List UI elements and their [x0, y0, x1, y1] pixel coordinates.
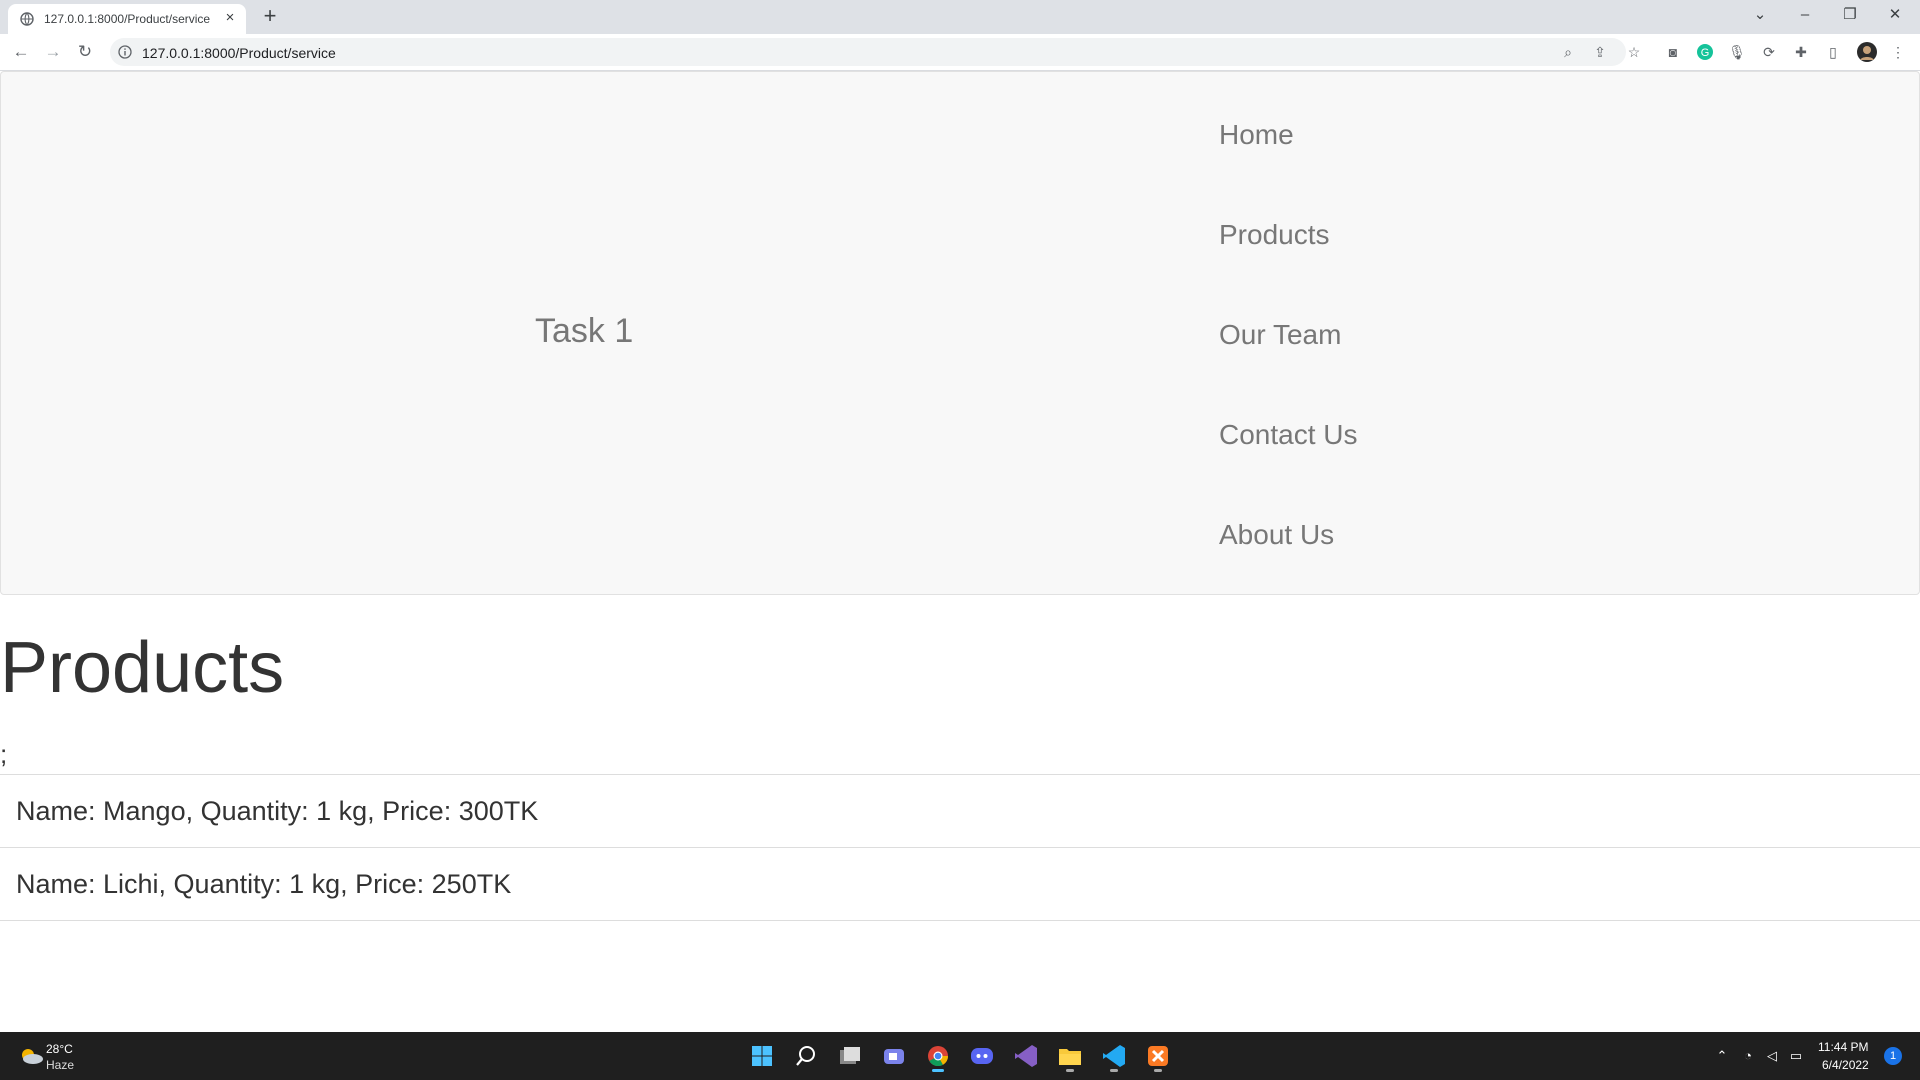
extensions-icon[interactable]: ✚ — [1792, 43, 1810, 61]
wifi-icon[interactable]: ◔ — [1740, 1048, 1756, 1064]
clock-date[interactable]: 6/4/2022 — [1822, 1058, 1869, 1072]
profile-avatar[interactable] — [1857, 42, 1877, 62]
battery-icon[interactable]: ▭ — [1788, 1048, 1804, 1064]
nav-about-us[interactable]: About Us — [1219, 519, 1334, 551]
browser-toolbar: ← → ↻ 127.0.0.1:8000/Product/service ⌕ ⇪… — [0, 34, 1920, 71]
forward-icon[interactable]: → — [43, 42, 63, 62]
menu-icon[interactable]: ⋮ — [1889, 43, 1907, 61]
url-text[interactable]: 127.0.0.1:8000/Product/service — [142, 45, 336, 61]
search-icon[interactable] — [790, 1040, 822, 1072]
zoom-icon[interactable]: ⌕ — [1560, 44, 1576, 60]
grammarly-icon[interactable]: G — [1696, 43, 1714, 61]
windows-taskbar: 28°C Haze ⌃ ◔ ◁ ▭ 11:44 PM 6/4/2022 1 — [0, 1032, 1920, 1080]
mic-icon[interactable]: 🎙 — [1728, 43, 1746, 61]
product-item: Name: Mango, Quantity: 1 kg, Price: 300T… — [0, 774, 1920, 847]
camera-icon[interactable]: ◙ — [1664, 43, 1682, 61]
back-icon[interactable]: ← — [11, 42, 31, 62]
restore-button[interactable]: ❐ — [1830, 2, 1870, 28]
info-icon[interactable] — [118, 45, 132, 59]
browser-tab[interactable]: 127.0.0.1:8000/Product/service × — [8, 4, 246, 34]
discord-icon[interactable] — [966, 1040, 998, 1072]
task-view-icon[interactable] — [834, 1040, 866, 1072]
tab-search-icon[interactable]: ⌄ — [1740, 2, 1780, 28]
close-window-button[interactable]: ✕ — [1875, 2, 1915, 28]
tab-close-icon[interactable]: × — [222, 10, 238, 26]
clock-time[interactable]: 11:44 PM — [1818, 1040, 1868, 1054]
windows-start-icon[interactable] — [746, 1040, 778, 1072]
share-icon[interactable]: ⇪ — [1592, 44, 1608, 60]
stray-text: ; — [0, 739, 8, 769]
reload-icon[interactable]: ↻ — [75, 42, 95, 62]
svg-text:G: G — [1701, 47, 1710, 59]
product-item: Name: Lichi, Quantity: 1 kg, Price: 250T… — [0, 847, 1920, 921]
xampp-icon[interactable] — [1142, 1040, 1174, 1072]
address-bar[interactable]: 127.0.0.1:8000/Product/service ⌕ ⇪ — [110, 38, 1626, 66]
nav-products[interactable]: Products — [1219, 219, 1330, 251]
teams-icon[interactable] — [878, 1040, 910, 1072]
site-navbar: Task 1 Home Products Our Team Contact Us… — [0, 71, 1920, 595]
minimize-button[interactable]: – — [1785, 2, 1825, 28]
vscode-icon[interactable] — [1098, 1040, 1130, 1072]
weather-temperature[interactable]: 28°C — [46, 1042, 73, 1056]
nav-contact-us[interactable]: Contact Us — [1219, 419, 1358, 451]
product-list: Name: Mango, Quantity: 1 kg, Price: 300T… — [0, 774, 1920, 921]
tab-strip: 127.0.0.1:8000/Product/service × + ⌄ – ❐… — [0, 0, 1920, 34]
tab-title: 127.0.0.1:8000/Product/service — [44, 12, 211, 26]
page-title: Products — [0, 628, 285, 708]
visual-studio-icon[interactable] — [1010, 1040, 1042, 1072]
globe-icon — [20, 12, 34, 26]
chrome-icon[interactable] — [922, 1040, 954, 1072]
sidepanel-icon[interactable]: ▯ — [1824, 43, 1842, 61]
weather-haze-icon[interactable] — [18, 1045, 44, 1067]
volume-icon[interactable]: ◁ — [1764, 1048, 1780, 1064]
nav-our-team[interactable]: Our Team — [1219, 319, 1341, 351]
nav-home[interactable]: Home — [1219, 119, 1294, 151]
page-viewport: Task 1 Home Products Our Team Contact Us… — [0, 71, 1920, 1032]
file-explorer-icon[interactable] — [1054, 1040, 1086, 1072]
star-icon[interactable]: ☆ — [1625, 43, 1643, 61]
site-brand[interactable]: Task 1 — [535, 312, 633, 351]
new-tab-button[interactable]: + — [260, 5, 280, 27]
weather-condition[interactable]: Haze — [46, 1058, 74, 1072]
notification-badge[interactable]: 1 — [1884, 1047, 1902, 1065]
tray-overflow-icon[interactable]: ⌃ — [1714, 1048, 1730, 1064]
sync-icon[interactable]: ⟳ — [1760, 43, 1778, 61]
